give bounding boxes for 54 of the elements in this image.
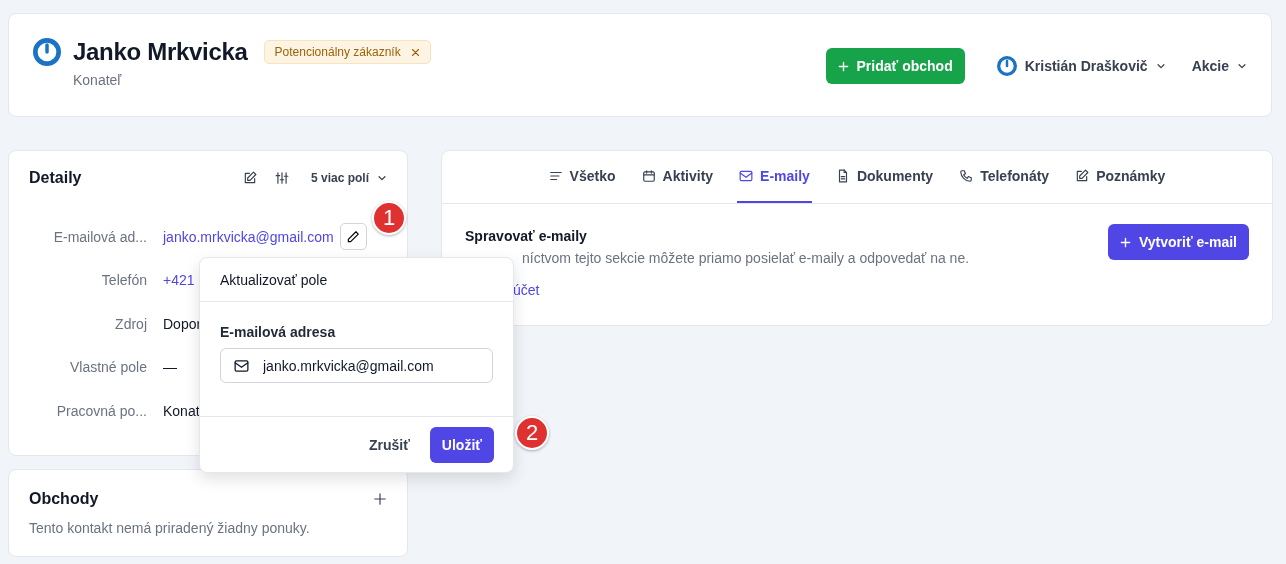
tab[interactable]: Poznámky <box>1073 151 1168 203</box>
sliders-icon[interactable] <box>274 171 289 185</box>
close-icon[interactable] <box>410 47 420 57</box>
plus-icon[interactable] <box>373 492 387 506</box>
account-link[interactable]: účet <box>513 282 540 298</box>
power-logo-icon <box>33 38 61 66</box>
popover-title: Aktualizovať pole <box>200 258 513 302</box>
section-title: Spravovať e-maily <box>465 228 588 244</box>
create-email-button[interactable]: Vytvoriť e-mail <box>1108 224 1249 260</box>
owner-dropdown[interactable]: Kristián Draškovič <box>996 56 1166 76</box>
edit-icon <box>1075 169 1090 183</box>
tab[interactable]: Všetko <box>546 151 618 203</box>
pencil-icon <box>346 229 361 244</box>
section-description: níctvom tejto sekcie môžete priamo posielať e-maily a odpovedať na ne. <box>522 250 970 266</box>
field-label: E-mailová ad... <box>52 228 147 245</box>
cancel-button[interactable]: Zrušiť <box>368 436 410 453</box>
power-logo-icon <box>996 56 1017 76</box>
section-title: Obchody <box>29 490 99 508</box>
field-label: Telefón <box>100 272 147 289</box>
field-label: Zdroj <box>114 315 147 332</box>
tab[interactable]: Aktivity <box>639 151 716 203</box>
field-value: — <box>163 359 177 376</box>
email-input-field[interactable]: janko.mrkvicka@gmail.com <box>220 348 493 383</box>
calendar-icon <box>641 169 656 183</box>
chevron-down-icon <box>1237 61 1247 71</box>
plus-icon <box>837 60 849 72</box>
list-icon <box>548 169 563 183</box>
tab[interactable]: Dokumenty <box>833 151 936 203</box>
step-marker: 2 <box>515 416 549 450</box>
plus-icon <box>1120 236 1131 248</box>
field-label: Pracovná po... <box>55 402 147 419</box>
field-link[interactable]: janko.mrkvicka@gmail.com <box>163 228 334 245</box>
empty-message: Tento kontakt nemá priradený žiadny ponuky. <box>29 520 311 536</box>
contact-role: Konateľ <box>73 72 123 88</box>
field-label: E-mailová adresa <box>220 324 337 340</box>
actions-dropdown[interactable]: Akcie <box>1191 58 1247 74</box>
chevron-down-icon <box>1155 61 1166 71</box>
tab[interactable]: Telefonáty <box>957 151 1052 203</box>
more-fields-dropdown[interactable]: 5 viac polí <box>310 171 387 185</box>
edit-icon[interactable] <box>242 171 257 185</box>
field-value: Dopor <box>163 315 202 332</box>
field-label: Vlastné pole <box>68 359 147 376</box>
tag-label: Potencionálny zákazník <box>274 45 401 59</box>
edit-field-button[interactable] <box>339 223 367 251</box>
mail-icon <box>233 359 250 373</box>
tab[interactable]: E-maily <box>737 151 812 203</box>
chevron-down-icon <box>377 173 387 183</box>
contact-name: Janko Mrkvicka <box>73 38 248 66</box>
phone-icon <box>959 169 974 183</box>
mail-icon <box>739 169 754 183</box>
field-value: Konat <box>163 402 200 419</box>
section-title: Detaily <box>29 169 82 187</box>
field-link[interactable]: +421 <box>163 272 195 289</box>
save-button[interactable]: Uložiť <box>429 426 494 463</box>
